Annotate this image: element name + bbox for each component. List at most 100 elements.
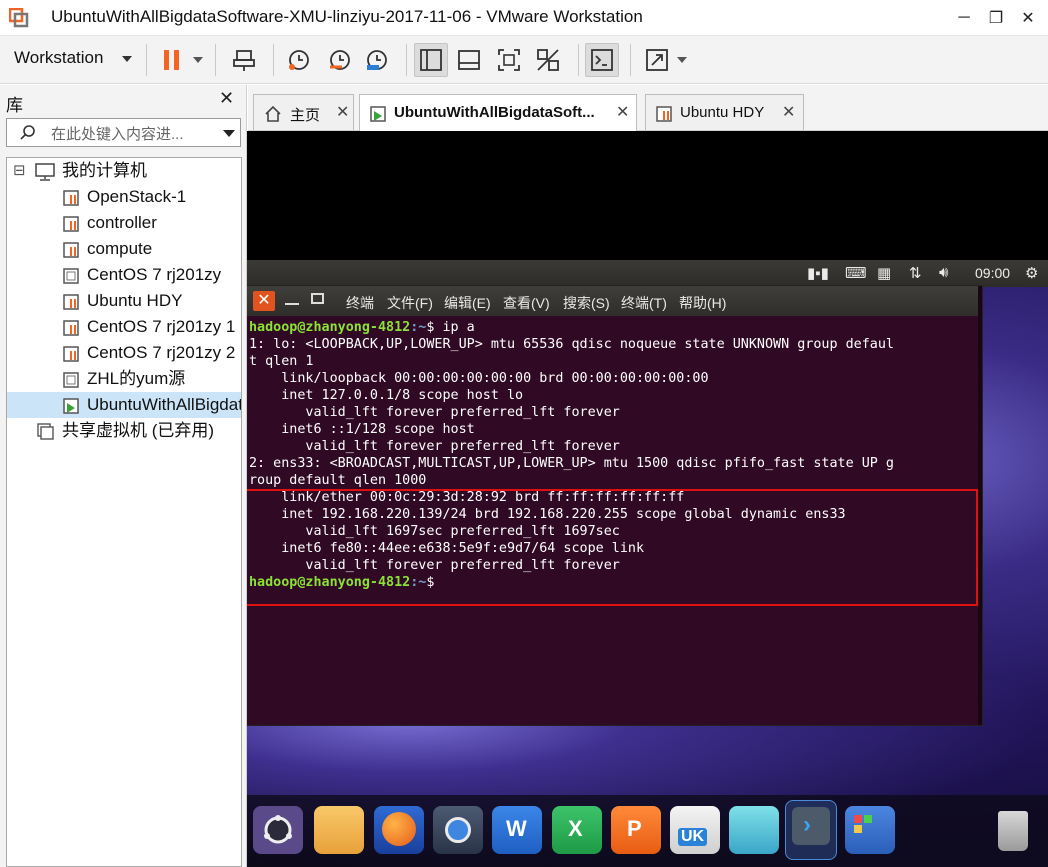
window-titlebar: UbuntuWithAllBigdataSoftware-XMU-linziyu… — [0, 0, 1048, 36]
menu-search[interactable]: 搜索(S) — [563, 293, 610, 313]
send-ctrl-alt-del-button[interactable] — [228, 43, 262, 77]
terminal-scrollbar[interactable] — [978, 286, 982, 725]
network-icon[interactable]: ▮▪▮ — [807, 264, 829, 282]
wps-writer-icon[interactable]: W — [492, 806, 542, 854]
tree-node-vm[interactable]: ZHL的yum源 — [7, 366, 241, 392]
terminal-output[interactable]: hadoop@zhanyong-4812:~$ ip a 1: lo: <LOOP… — [247, 319, 978, 606]
tab-label: 主页 — [290, 107, 321, 124]
vm-icon — [63, 242, 79, 258]
thumbnail-bar-icon — [458, 50, 480, 70]
collapse-icon[interactable]: ⊟ — [13, 158, 26, 184]
clock[interactable]: 09:00 — [975, 265, 1010, 281]
tree-node-label: OpenStack-1 — [87, 187, 187, 206]
tab-current-vm[interactable]: UbuntuWithAllBigdataSoft... ✕ — [359, 94, 637, 131]
send-keys-icon — [233, 50, 255, 71]
settings-icon[interactable]: ⚙ — [1025, 264, 1038, 282]
stretch-chevron-down-icon[interactable] — [677, 57, 687, 63]
terminal-prompt-line: hadoop@zhanyong-4812:~$ ip a — [249, 319, 977, 336]
tree-node-shared-vms[interactable]: 共享虚拟机 (已弃用) — [7, 418, 241, 444]
menu-terminal-app[interactable]: 终端 — [346, 293, 374, 313]
tab-ubuntu-hdy[interactable]: Ubuntu HDY ✕ — [645, 94, 804, 130]
terminal-icon — [591, 49, 613, 71]
menu-file[interactable]: 文件(F) — [387, 293, 433, 313]
pause-button[interactable] — [155, 43, 189, 77]
keyboard-icon[interactable]: ⌨ — [845, 264, 867, 282]
terminal-maximize-button[interactable] — [311, 293, 324, 304]
tree-node-vm[interactable]: OpenStack-1 — [7, 184, 241, 210]
tree-node-label: ZHL的yum源 — [87, 369, 186, 388]
network-transfer-icon[interactable]: ⇅ — [909, 264, 922, 282]
menu-terminal[interactable]: 终端(T) — [621, 293, 667, 313]
tab-home[interactable]: 主页 ✕ — [253, 94, 354, 130]
vm-off-icon — [63, 268, 79, 284]
terminal-close-button[interactable]: ✕ — [253, 291, 275, 311]
tree-node-label: 共享虚拟机 (已弃用) — [62, 421, 215, 440]
firefox-icon[interactable] — [374, 806, 424, 854]
terminal-minimize-button[interactable] — [285, 303, 299, 305]
tab-label: Ubuntu HDY — [680, 104, 765, 121]
menu-view[interactable]: 查看(V) — [503, 293, 550, 313]
tree-node-vm[interactable]: compute — [7, 236, 241, 262]
stretch-guest-button[interactable] — [640, 43, 674, 77]
library-search-placeholder: 在此处键入内容进... — [51, 126, 184, 143]
library-close-icon[interactable]: ✕ — [219, 88, 234, 109]
terminal-line: roup default qlen 1000 — [249, 473, 427, 488]
library-view-icon — [420, 49, 442, 71]
stretch-icon — [646, 49, 668, 71]
youker-assistant-icon[interactable] — [729, 806, 779, 854]
browser-icon[interactable] — [433, 806, 483, 854]
library-search-input[interactable]: 在此处键入内容进... — [6, 118, 241, 147]
menu-help[interactable]: 帮助(H) — [679, 293, 726, 313]
snapshot-manager-icon — [367, 50, 387, 70]
full-screen-button[interactable] — [492, 43, 526, 77]
files-icon[interactable] — [314, 806, 364, 854]
thumbnail-bar-button[interactable] — [452, 43, 486, 77]
chevron-down-icon[interactable] — [223, 130, 235, 137]
tree-node-vm[interactable]: CentOS 7 rj201zy — [7, 262, 241, 288]
workspace-switcher-icon[interactable] — [845, 806, 895, 854]
tree-node-my-computer[interactable]: ⊟ 我的计算机 — [7, 158, 241, 184]
snapshot-manager-button[interactable] — [360, 43, 394, 77]
terminal-line: link/loopback 00:00:00:00:00:00 brd 00:0… — [249, 371, 709, 386]
tree-node-vm[interactable]: Ubuntu HDY — [7, 288, 241, 314]
wps-presentation-icon[interactable]: P — [611, 806, 661, 854]
dash-home-icon[interactable] — [253, 806, 303, 854]
close-button[interactable]: ✕ — [1008, 0, 1048, 36]
tree-node-label: CentOS 7 rj201zy 1 — [87, 317, 236, 336]
vm-console[interactable]: ▮▪▮ ⌨ ▦ ⇅ 🔊︎ 09:00 ⚙ ✕ 终端 文件(F) 编辑(E) 查看… — [247, 131, 1048, 867]
tree-node-vm-selected[interactable]: UbuntuWithAllBigdataSoftware-XMU-linziyu… — [7, 392, 241, 418]
calendar-icon[interactable]: ▦ — [877, 264, 891, 282]
tree-node-label: 我的计算机 — [62, 161, 147, 180]
workstation-menu[interactable]: Workstation — [14, 48, 103, 68]
prompt-path: :~ — [410, 320, 427, 335]
vm-icon — [63, 216, 79, 232]
chevron-down-icon[interactable] — [122, 56, 132, 62]
ubuntu-kylin-store-icon[interactable]: UK — [670, 806, 720, 854]
vm-icon — [63, 294, 79, 310]
revert-snapshot-button[interactable] — [323, 43, 357, 77]
close-icon[interactable]: ✕ — [616, 102, 629, 122]
terminal-line: 1: lo: <LOOPBACK,UP,LOWER_UP> mtu 65536 … — [249, 337, 894, 352]
toolbar-separator — [146, 44, 147, 76]
terminal-dock-icon-active[interactable]: › — [785, 800, 837, 860]
unity-button[interactable] — [531, 43, 565, 77]
tab-label: UbuntuWithAllBigdataSoft... — [394, 104, 595, 121]
close-icon[interactable]: ✕ — [782, 102, 795, 122]
tree-node-vm[interactable]: CentOS 7 rj201zy 2 — [7, 340, 241, 366]
vm-icon — [63, 346, 79, 362]
library-title: 库 — [6, 96, 23, 115]
trash-icon[interactable] — [992, 806, 1034, 854]
close-icon[interactable]: ✕ — [336, 102, 349, 122]
show-library-button[interactable] — [414, 43, 448, 77]
snapshot-button[interactable] — [282, 43, 316, 77]
tree-node-vm[interactable]: CentOS 7 rj201zy 1 — [7, 314, 241, 340]
wps-spreadsheet-icon[interactable]: X — [552, 806, 602, 854]
vm-running-icon — [63, 398, 79, 414]
console-view-button[interactable] — [585, 43, 619, 77]
volume-icon[interactable]: 🔊︎ — [939, 264, 948, 281]
power-chevron-down-icon[interactable] — [193, 57, 203, 63]
menu-edit[interactable]: 编辑(E) — [444, 293, 491, 313]
tree-node-vm[interactable]: controller — [7, 210, 241, 236]
terminal-window[interactable]: ✕ 终端 文件(F) 编辑(E) 查看(V) 搜索(S) 终端(T) 帮助(H)… — [247, 286, 982, 725]
full-screen-icon — [498, 49, 520, 71]
